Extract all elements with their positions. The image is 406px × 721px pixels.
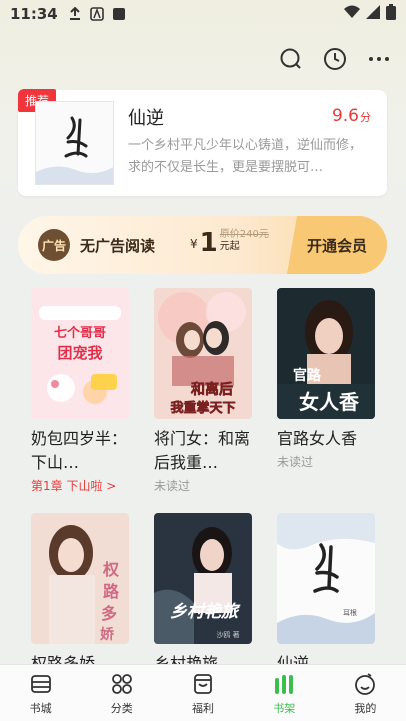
- tab-profile[interactable]: 我的: [325, 665, 406, 721]
- tab-label: 书架: [273, 701, 296, 715]
- history-icon[interactable]: [322, 46, 348, 72]
- book-cover[interactable]: 官路 女人香: [277, 288, 375, 419]
- svg-text:团宠我: 团宠我: [57, 344, 102, 362]
- ad-free-label: 无广告阅读: [80, 237, 156, 255]
- price-value: 1: [199, 228, 218, 258]
- featured-book-title: 仙逆: [128, 108, 164, 129]
- svg-text:和离后: 和离后: [191, 381, 233, 398]
- bookshelf-icon: [271, 671, 297, 697]
- book-cover[interactable]: 七个哥哥 团宠我: [31, 288, 129, 419]
- svg-text:多: 多: [101, 604, 117, 623]
- tab-category[interactable]: 分类: [81, 665, 162, 721]
- book-item[interactable]: 权 路 多 娇 权路多娇: [31, 513, 131, 676]
- bottom-tab-bar: 书城 分类 福利 书架 我的: [0, 664, 406, 721]
- book-cover[interactable]: 和离后 我重掌天下: [154, 288, 252, 419]
- featured-book-cover[interactable]: [35, 101, 114, 185]
- svg-text:官路: 官路: [293, 367, 322, 384]
- book-progress[interactable]: 第1章 下山啦 >: [31, 477, 131, 494]
- tab-label: 我的: [354, 701, 377, 715]
- price-suffix: 元起: [219, 241, 240, 252]
- book-cover[interactable]: 权 路 多 娇: [31, 513, 129, 644]
- tab-bookshelf[interactable]: 书架: [244, 665, 325, 721]
- book-item[interactable]: 和离后 我重掌天下 将门女：和离后我重… 未读过: [154, 288, 254, 494]
- book-item[interactable]: 耳根 仙逆: [277, 513, 377, 676]
- signal-icon: [366, 5, 380, 23]
- download-icon: [68, 7, 82, 21]
- book-title: 将门女：和离后我重…: [154, 429, 251, 472]
- svg-text:权: 权: [102, 560, 120, 579]
- ad-free-price: ¥ 1 原价240元 元起: [190, 229, 269, 257]
- svg-text:女人香: 女人香: [299, 390, 360, 414]
- tab-label: 分类: [110, 701, 133, 715]
- featured-book-score: 9.6分: [332, 106, 371, 126]
- ad-free-icon: 广告: [38, 229, 70, 261]
- profile-icon: [352, 671, 378, 697]
- svg-text:耳根: 耳根: [343, 608, 357, 617]
- book-cover[interactable]: 耳根: [277, 513, 375, 644]
- svg-text:路: 路: [103, 582, 120, 601]
- book-progress: 未读过: [154, 479, 191, 493]
- svg-text:七个哥哥: 七个哥哥: [54, 325, 106, 341]
- status-time: 11:34: [10, 5, 58, 23]
- tab-bookstore[interactable]: 书城: [0, 665, 81, 721]
- tab-label: 书城: [29, 701, 52, 715]
- book-item[interactable]: 乡村艳旅 沙鸥 著 乡村艳旅: [154, 513, 254, 676]
- book-progress: 未读过: [277, 455, 314, 469]
- book-title: 奶包四岁半：下山…: [31, 429, 128, 472]
- app-notification-icon: [112, 7, 126, 21]
- category-icon: [109, 671, 135, 697]
- book-cover[interactable]: 乡村艳旅 沙鸥 著: [154, 513, 252, 644]
- gift-icon: [190, 671, 216, 697]
- top-actions: [278, 46, 392, 72]
- open-vip-button[interactable]: 开通会员: [287, 216, 387, 274]
- svg-text:沙鸥 著: 沙鸥 著: [216, 630, 239, 639]
- original-price: 原价240元: [219, 229, 269, 240]
- tab-welfare[interactable]: 福利: [162, 665, 243, 721]
- more-icon[interactable]: [366, 46, 392, 72]
- status-bar: 11:34: [0, 0, 406, 28]
- ad-free-banner[interactable]: 广告 无广告阅读 ¥ 1 原价240元 元起 开通会员: [18, 216, 387, 274]
- score-value: 9.6: [331, 106, 359, 126]
- price-details: 原价240元 元起: [220, 229, 269, 253]
- battery-icon: [386, 4, 396, 24]
- search-icon[interactable]: [278, 46, 304, 72]
- book-item[interactable]: 官路 女人香 官路女人香 未读过: [277, 288, 377, 470]
- svg-text:乡村艳旅: 乡村艳旅: [170, 602, 241, 622]
- tab-label: 福利: [192, 701, 214, 715]
- status-indicators: [344, 4, 396, 24]
- book-title: 官路女人香: [277, 429, 358, 448]
- featured-book-card[interactable]: 推荐 仙逆 9.6分 一个乡村平凡少年以心铸道，逆仙而修，求的不仅是长生，更是要…: [18, 89, 387, 196]
- currency-symbol: ¥: [190, 237, 198, 251]
- app-notification-icon: [89, 7, 104, 21]
- score-unit: 分: [360, 111, 371, 124]
- featured-book-description: 一个乡村平凡少年以心铸道，逆仙而修，求的不仅是长生，更是要摆脱可…: [128, 138, 363, 175]
- book-item[interactable]: 七个哥哥 团宠我 奶包四岁半：下山… 第1章 下山啦 >: [31, 288, 131, 494]
- svg-text:娇: 娇: [100, 626, 115, 643]
- bookstore-icon: [28, 671, 54, 697]
- wifi-icon: [344, 5, 360, 23]
- svg-text:我重掌天下: 我重掌天下: [170, 400, 235, 416]
